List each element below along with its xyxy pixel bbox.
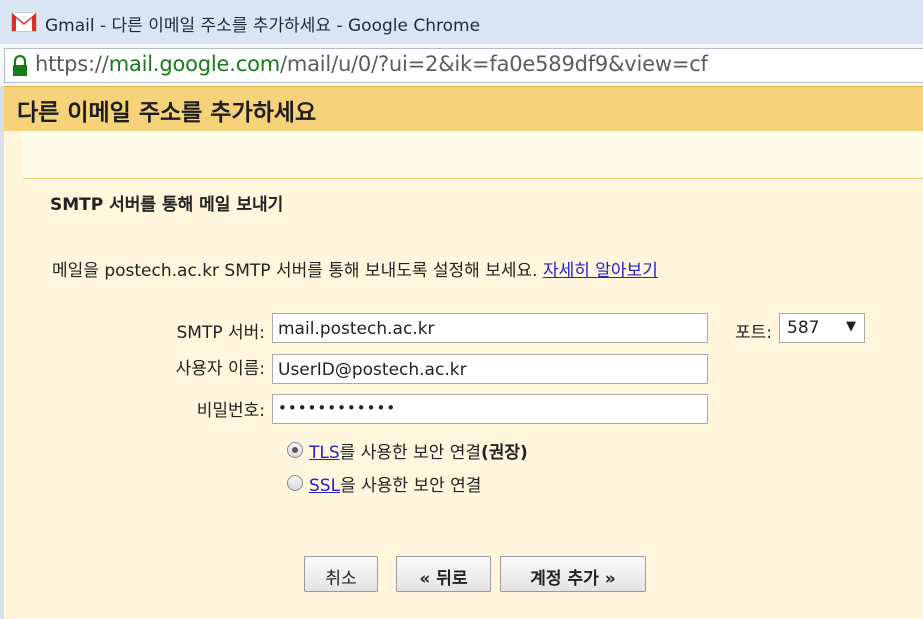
smtp-server-input[interactable]: mail.postech.ac.kr — [272, 313, 708, 343]
tls-radio[interactable] — [287, 442, 303, 458]
tls-text: 를 사용한 보안 연결 — [339, 443, 481, 463]
url-path: /mail/u/0/?ui=2&ik=fa0e589df9&view=cf — [280, 52, 708, 76]
port-select[interactable]: 587 ▼ — [779, 313, 865, 343]
url-scheme: https:// — [35, 52, 109, 76]
description: 메일을 postech.ac.kr SMTP 서버를 통해 보내도록 설정해 보… — [52, 256, 658, 281]
port-label: 포트: — [734, 323, 772, 343]
address-bar: https://mail.google.com/mail/u/0/?ui=2&i… — [0, 44, 923, 87]
dialog-subtitle: SMTP 서버를 통해 메일 보내기 — [50, 195, 284, 215]
password-label: 비밀번호: — [196, 401, 265, 421]
back-button[interactable]: « 뒤로 — [396, 556, 491, 592]
url-text: https://mail.google.com/mail/u/0/?ui=2&i… — [35, 52, 708, 76]
learn-more-link[interactable]: 자세히 알아보기 — [543, 261, 658, 281]
gmail-icon — [11, 12, 37, 32]
ssl-radio[interactable] — [287, 475, 303, 491]
username-input[interactable]: UserID@postech.ac.kr — [272, 354, 708, 384]
lock-icon — [13, 55, 27, 76]
dialog-header: 다른 이메일 주소를 추가하세요 — [4, 86, 923, 131]
ssl-text: 을 사용한 보안 연결 — [340, 476, 482, 496]
dropdown-arrow-icon: ▼ — [846, 319, 856, 334]
tls-option-label: TLS를 사용한 보안 연결(권장) — [309, 438, 528, 463]
tls-recommended: (권장) — [481, 443, 528, 463]
password-input[interactable]: •••••••••••• — [272, 394, 708, 424]
cancel-button[interactable]: 취소 — [304, 556, 378, 592]
ssl-link[interactable]: SSL — [309, 476, 340, 496]
url-host: mail.google.com — [108, 52, 281, 76]
add-account-button[interactable]: 계정 추가 » — [500, 556, 646, 592]
url-field[interactable]: https://mail.google.com/mail/u/0/?ui=2&i… — [4, 48, 923, 83]
description-text: 메일을 postech.ac.kr SMTP 서버를 통해 보내도록 설정해 보… — [52, 261, 538, 281]
tls-link[interactable]: TLS — [309, 443, 340, 463]
window-title: Gmail - 다른 이메일 주소를 추가하세요 - Google Chrome — [45, 16, 481, 36]
ssl-option-label: SSL을 사용한 보안 연결 — [309, 471, 481, 496]
username-label: 사용자 이름: — [175, 359, 265, 379]
window-title-bar: Gmail - 다른 이메일 주소를 추가하세요 - Google Chrome — [0, 0, 923, 45]
dialog-subheader — [22, 130, 923, 179]
smtp-server-label: SMTP 서버: — [176, 323, 265, 343]
port-value: 587 — [787, 318, 820, 338]
dialog-title: 다른 이메일 주소를 추가하세요 — [17, 100, 317, 126]
